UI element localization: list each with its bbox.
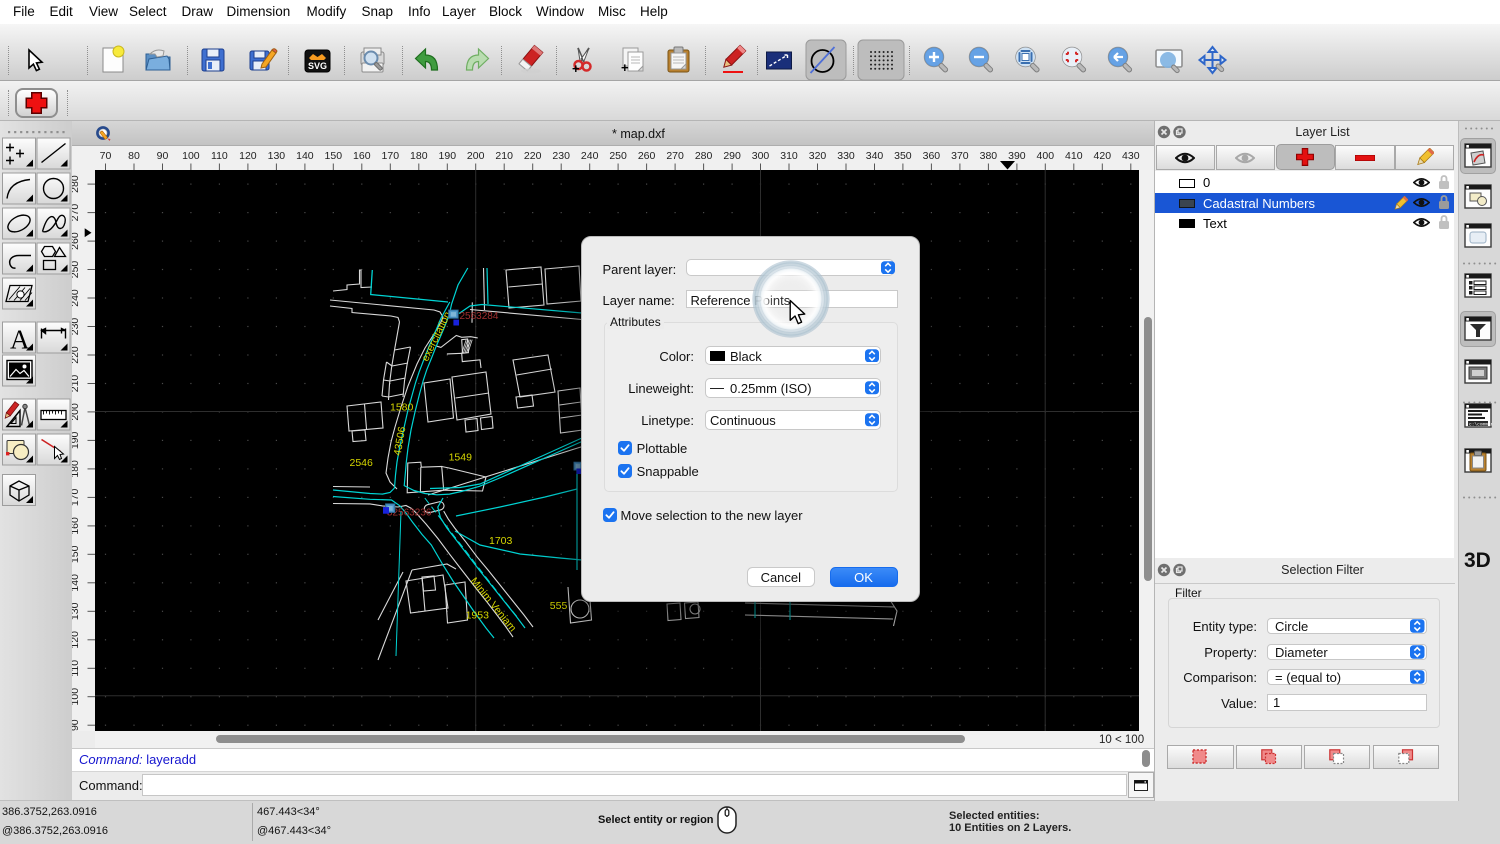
svg-text:130: 130 xyxy=(72,602,81,620)
svg-text:110: 110 xyxy=(211,150,228,162)
svg-text:260: 260 xyxy=(638,150,656,162)
svg-text:270: 270 xyxy=(72,204,81,222)
svg-text:230: 230 xyxy=(552,150,570,162)
svg-text:+: + xyxy=(621,60,629,75)
svg-text:250: 250 xyxy=(609,150,627,162)
svg-text:320: 320 xyxy=(809,150,827,162)
svg-text:120: 120 xyxy=(72,631,81,649)
svg-text:2563284: 2563284 xyxy=(460,311,499,322)
svg-text:390: 390 xyxy=(1008,150,1026,162)
svg-text:400: 400 xyxy=(1037,150,1055,162)
svg-text:430: 430 xyxy=(1122,150,1140,162)
svg-text:160: 160 xyxy=(353,150,371,162)
svg-text:280: 280 xyxy=(72,175,81,193)
svg-text:1549: 1549 xyxy=(449,452,473,464)
svg-text:350: 350 xyxy=(894,150,912,162)
svg-text:250: 250 xyxy=(72,261,81,279)
svg-text:80: 80 xyxy=(128,150,140,162)
svg-text:310: 310 xyxy=(780,150,798,162)
svg-text:70: 70 xyxy=(100,150,112,162)
svg-text:140: 140 xyxy=(72,574,81,592)
svg-text:90: 90 xyxy=(157,150,169,162)
svg-text:240: 240 xyxy=(72,289,81,307)
svg-text:120: 120 xyxy=(239,150,257,162)
svg-text:280: 280 xyxy=(695,150,713,162)
svg-text:1580: 1580 xyxy=(390,402,414,414)
svg-text:380: 380 xyxy=(980,150,998,162)
svg-text:290: 290 xyxy=(723,150,741,162)
svg-text:+: + xyxy=(572,61,580,76)
svg-text:130: 130 xyxy=(268,150,286,162)
svg-text:370: 370 xyxy=(951,150,969,162)
svg-text:SVG: SVG xyxy=(308,61,327,71)
svg-text:100: 100 xyxy=(72,688,81,706)
svg-text:360: 360 xyxy=(923,150,941,162)
svg-text:180: 180 xyxy=(72,460,81,478)
svg-text:190: 190 xyxy=(439,150,457,162)
svg-text:420: 420 xyxy=(1094,150,1112,162)
svg-text:170: 170 xyxy=(72,488,81,506)
svg-text:140: 140 xyxy=(296,150,314,162)
svg-text:260: 260 xyxy=(72,232,81,250)
svg-text:180: 180 xyxy=(410,150,428,162)
svg-text:270: 270 xyxy=(666,150,684,162)
svg-text:1703: 1703 xyxy=(489,535,513,547)
svg-text:240: 240 xyxy=(581,150,599,162)
svg-text:220: 220 xyxy=(524,150,542,162)
svg-text:190: 190 xyxy=(72,431,81,449)
svg-text:200: 200 xyxy=(72,403,81,421)
svg-text:150: 150 xyxy=(325,150,343,162)
svg-text:160: 160 xyxy=(72,517,81,535)
svg-text:410: 410 xyxy=(1065,150,1083,162)
svg-text:c:\command: c:\command xyxy=(1469,422,1492,428)
svg-text:210: 210 xyxy=(72,375,81,393)
svg-text:110: 110 xyxy=(72,660,81,677)
svg-text:340: 340 xyxy=(866,150,884,162)
svg-text:200: 200 xyxy=(467,150,485,162)
svg-text:330: 330 xyxy=(837,150,855,162)
svg-text:150: 150 xyxy=(72,545,81,563)
svg-text:2546: 2546 xyxy=(350,457,374,469)
svg-text:100: 100 xyxy=(182,150,200,162)
svg-text:300: 300 xyxy=(752,150,770,162)
svg-text:170: 170 xyxy=(382,150,400,162)
svg-text:1953: 1953 xyxy=(466,610,490,622)
svg-text:210: 210 xyxy=(495,150,513,162)
svg-text:230: 230 xyxy=(72,318,81,336)
svg-text:220: 220 xyxy=(72,346,81,364)
svg-text:90: 90 xyxy=(72,719,81,731)
svg-text:555: 555 xyxy=(550,600,568,612)
